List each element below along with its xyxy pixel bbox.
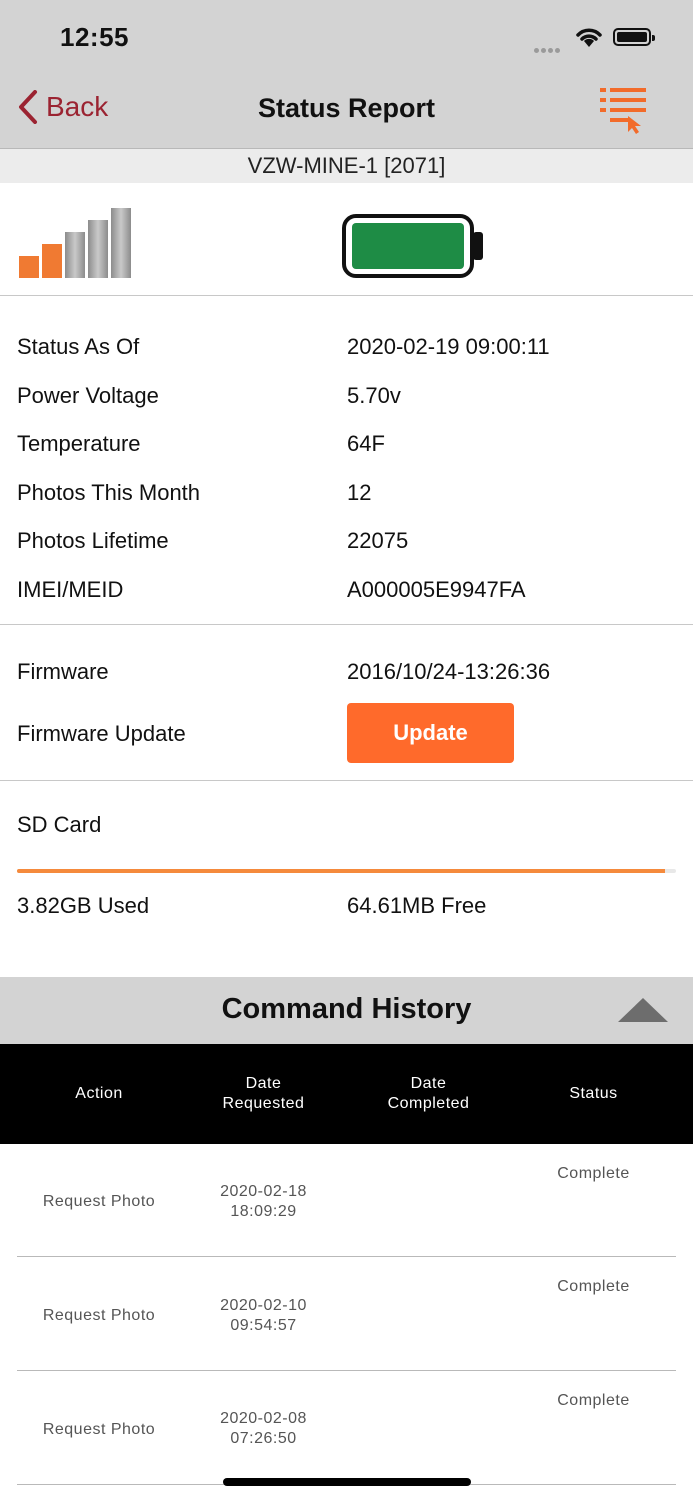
divider (0, 624, 693, 625)
photos-lifetime-label: Photos Lifetime (17, 528, 169, 553)
photos-month-value: 12 (347, 480, 372, 505)
cellular-dots-icon (534, 40, 568, 53)
sd-card-label: SD Card (17, 812, 102, 837)
col-status[interactable]: Status (511, 1044, 676, 1144)
status-as-of-value: 2020-02-19 09:00:11 (347, 334, 550, 359)
signal-bars-icon (19, 208, 131, 278)
photos-month-label: Photos This Month (17, 480, 201, 505)
collapse-triangle-icon[interactable] (617, 997, 669, 1023)
divider (0, 295, 693, 296)
row-status: Complete (557, 1392, 630, 1409)
photos-lifetime-value: 22075 (347, 528, 409, 553)
row-requested: 2020-02-18 18:09:29 (220, 1183, 307, 1220)
list-select-icon[interactable] (598, 86, 650, 134)
col-date-completed[interactable]: Date Completed (346, 1044, 511, 1144)
command-table-header: Action Date Requested Date Completed Sta… (0, 1044, 693, 1144)
row-requested: 2020-02-08 07:26:50 (220, 1410, 307, 1447)
firmware-update-label: Firmware Update (17, 721, 186, 746)
command-history-title: Command History (221, 993, 472, 1025)
col-date-requested[interactable]: Date Requested (181, 1044, 346, 1144)
sd-usage-fill (17, 869, 665, 873)
table-row[interactable]: Request Photo 2020-02-18 18:09:29 Comple… (0, 1144, 693, 1257)
imei-label: IMEI/MEID (17, 577, 124, 602)
battery-full-icon (342, 214, 483, 278)
row-requested: 2020-02-10 09:54:57 (220, 1297, 307, 1334)
temperature-value: 64F (347, 431, 385, 456)
firmware-label: Firmware (17, 659, 109, 684)
status-battery-icon (613, 28, 655, 46)
row-action: Request Photo (42, 1307, 156, 1324)
row-action: Request Photo (42, 1421, 156, 1438)
imei-value: A000005E9947FA (347, 577, 526, 602)
power-voltage-value: 5.70v (347, 383, 401, 408)
wifi-icon (576, 28, 602, 47)
row-action: Request Photo (42, 1193, 156, 1210)
home-indicator[interactable] (223, 1478, 471, 1486)
row-status: Complete (557, 1278, 630, 1295)
page-title: Status Report (257, 93, 436, 123)
col-action[interactable]: Action (17, 1044, 181, 1144)
power-voltage-label: Power Voltage (17, 383, 159, 408)
update-button[interactable]: Update (347, 703, 514, 763)
sd-free-text: 64.61MB Free (347, 893, 487, 918)
firmware-value: 2016/10/24-13:26:36 (347, 659, 551, 684)
sd-used-text: 3.82GB Used (17, 893, 150, 918)
table-row[interactable]: Request Photo 2020-02-10 09:54:57 Comple… (0, 1257, 693, 1371)
status-time: 12:55 (60, 22, 129, 52)
status-as-of-label: Status As Of (17, 334, 140, 359)
temperature-label: Temperature (17, 431, 141, 456)
sd-usage-bar (17, 869, 676, 873)
row-status: Complete (557, 1165, 630, 1182)
divider (0, 780, 693, 781)
device-name-bar: VZW-MINE-1 [2071] (0, 148, 693, 183)
table-row[interactable]: Request Photo 2020-02-08 07:26:50 Comple… (0, 1371, 693, 1485)
